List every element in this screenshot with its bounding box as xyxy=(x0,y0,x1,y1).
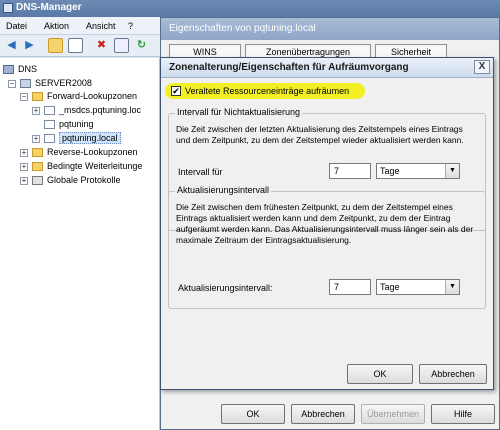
menu-item-datei[interactable]: Datei xyxy=(6,21,27,31)
folder-icon xyxy=(32,148,43,157)
folder-icon xyxy=(32,92,43,101)
collapse-icon[interactable]: − xyxy=(20,93,28,101)
scavenge-checkbox-label[interactable]: Veraltete Ressourceneinträge aufräumen xyxy=(185,86,349,96)
delete-icon[interactable]: ✖ xyxy=(94,38,109,53)
properties-titlebar: Eigenschaften von pqtuning.local xyxy=(161,18,499,40)
scavenge-checkbox[interactable]: ✔ xyxy=(171,86,181,96)
properties-apply-button[interactable]: Übernehmen xyxy=(361,404,425,424)
dialog-cancel-button[interactable]: Abbrechen xyxy=(419,364,487,384)
log-icon xyxy=(32,176,43,185)
menu-item-ansicht[interactable]: Ansicht xyxy=(86,21,116,31)
refresh-interval-input[interactable]: 7 xyxy=(329,279,371,295)
collapse-icon[interactable]: − xyxy=(8,80,16,88)
refresh-description: Die Zeit zwischen dem frühesten Zeitpunk… xyxy=(176,202,474,245)
norefresh-unit-value: Tage xyxy=(380,166,400,176)
console-tree: DNS − SERVER2008 − Forward-Lookupzonen +… xyxy=(0,58,160,430)
expand-icon[interactable]: + xyxy=(32,107,40,115)
folder-icon xyxy=(32,162,43,171)
main-window-title: DNS-Manager xyxy=(16,2,82,13)
forward-arrow-icon[interactable]: ▶ xyxy=(22,38,37,53)
menu-item-help[interactable]: ? xyxy=(128,21,133,31)
expand-icon[interactable]: + xyxy=(32,135,40,143)
up-folder-icon[interactable] xyxy=(48,38,63,53)
main-window-titlebar: DNS-Manager xyxy=(0,0,500,17)
refresh-interval-group: Aktualisierungsintervall Die Zeit zwisch… xyxy=(168,185,486,309)
expand-icon[interactable]: + xyxy=(20,149,28,157)
dialog-title: Zonenalterung/Eigenschaften für Aufräumv… xyxy=(169,62,409,73)
refresh-unit-select[interactable]: Tage ▼ xyxy=(376,279,460,295)
refresh-field-label: Aktualisierungsintervall: xyxy=(178,283,273,293)
zone-icon xyxy=(44,120,55,129)
norefresh-field-label: Intervall für xyxy=(178,167,223,177)
properties-title: Eigenschaften von pqtuning.local xyxy=(169,23,316,34)
aging-scavenging-dialog: Zonenalterung/Eigenschaften für Aufräumv… xyxy=(160,57,494,390)
refresh-icon[interactable]: ↻ xyxy=(134,38,149,53)
refresh-unit-value: Tage xyxy=(380,282,400,292)
norefresh-description: Die Zeit zwischen der letzten Aktualisie… xyxy=(176,124,464,145)
close-icon[interactable]: X xyxy=(474,60,490,74)
back-arrow-icon[interactable]: ◀ xyxy=(4,38,19,53)
norefresh-unit-select[interactable]: Tage ▼ xyxy=(376,163,460,179)
dns-manager-app-icon xyxy=(3,3,13,13)
properties-help-button[interactable]: Hilfe xyxy=(431,404,495,424)
properties-cancel-button[interactable]: Abbrechen xyxy=(291,404,355,424)
chevron-down-icon[interactable]: ▼ xyxy=(445,164,459,178)
show-hide-tree-icon[interactable] xyxy=(68,38,83,53)
server-icon xyxy=(20,79,31,88)
properties-icon[interactable] xyxy=(114,38,129,53)
refresh-group-title: Aktualisierungsintervall xyxy=(175,185,272,195)
menu-item-aktion[interactable]: Aktion xyxy=(44,21,69,31)
expand-icon[interactable]: + xyxy=(20,163,28,171)
zone-icon xyxy=(44,106,55,115)
dns-icon xyxy=(3,65,14,74)
dialog-ok-button[interactable]: OK xyxy=(347,364,413,384)
chevron-down-icon[interactable]: ▼ xyxy=(445,280,459,294)
norefresh-group-title: Intervall für Nichtaktualisierung xyxy=(175,107,303,117)
zone-icon xyxy=(44,134,55,143)
expand-icon[interactable]: + xyxy=(20,177,28,185)
properties-ok-button[interactable]: OK xyxy=(221,404,285,424)
norefresh-interval-input[interactable]: 7 xyxy=(329,163,371,179)
dialog-titlebar: Zonenalterung/Eigenschaften für Aufräumv… xyxy=(161,58,493,78)
